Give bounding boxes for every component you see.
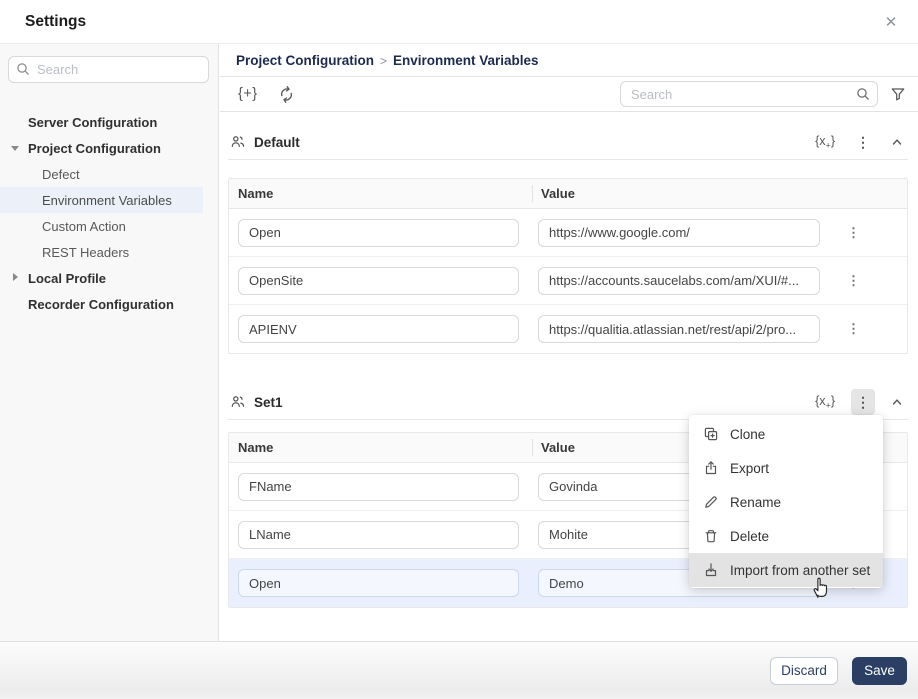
name-input[interactable]	[238, 569, 519, 597]
sync-icon	[279, 86, 294, 102]
section-actions: {x+} ⋮	[815, 129, 908, 155]
env-table-default: Name Value ⋮ ⋮ ⋮	[228, 178, 908, 354]
menu-item-rename[interactable]: Rename	[689, 485, 883, 519]
rename-icon	[703, 494, 719, 510]
name-input[interactable]	[238, 219, 519, 247]
sidebar-item-rest-headers[interactable]: REST Headers	[0, 239, 218, 265]
section-menu-button[interactable]: ⋮	[851, 129, 875, 155]
filter-button[interactable]	[890, 86, 906, 102]
menu-item-label: Export	[730, 461, 769, 476]
value-input[interactable]	[538, 267, 820, 295]
sidebar-item-label: Project Configuration	[28, 141, 161, 156]
table-row: ⋮	[229, 305, 907, 353]
sidebar-item-local-profile[interactable]: Local Profile	[0, 265, 218, 291]
clone-icon	[703, 426, 719, 442]
sidebar-item-label: Defect	[42, 167, 80, 182]
collapse-button[interactable]	[891, 396, 903, 408]
breadcrumb-current: Environment Variables	[393, 53, 539, 68]
sidebar-item-server-configuration[interactable]: Server Configuration	[0, 109, 218, 135]
search-icon	[856, 87, 870, 101]
sidebar-search	[8, 56, 209, 83]
variables-search	[620, 81, 878, 107]
chevron-up-icon	[891, 396, 903, 408]
column-header-name: Name	[229, 433, 532, 462]
breadcrumb-parent[interactable]: Project Configuration	[236, 53, 374, 68]
add-variable-button[interactable]: {x+}	[815, 394, 835, 411]
row-menu-button[interactable]: ⋮	[847, 273, 860, 289]
menu-item-import-from-another-set[interactable]: Import from another set	[689, 553, 883, 587]
sidebar-item-label: Server Configuration	[28, 115, 157, 130]
dialog-footer: Discard Save	[0, 641, 918, 699]
caret-down-icon	[11, 146, 19, 151]
column-header-name: Name	[229, 179, 532, 208]
import-icon	[703, 562, 719, 578]
sidebar-item-defect[interactable]: Defect	[0, 161, 218, 187]
export-icon	[703, 460, 719, 476]
menu-item-label: Delete	[730, 529, 769, 544]
sidebar-item-label: Custom Action	[42, 219, 126, 234]
context-menu: Clone Export Rename	[689, 415, 883, 588]
column-header-actions	[831, 179, 907, 208]
group-icon	[230, 394, 246, 410]
group-icon	[230, 134, 246, 150]
sidebar-search-input[interactable]	[8, 56, 209, 83]
menu-item-label: Import from another set	[730, 563, 870, 578]
chevron-up-icon	[891, 136, 903, 148]
table-row: ⋮	[229, 209, 907, 257]
section-header-default: Default {x+} ⋮	[228, 125, 908, 160]
section-menu-button[interactable]: ⋮	[851, 389, 875, 415]
close-icon[interactable]: ✕	[880, 11, 902, 33]
variables-search-input[interactable]	[620, 81, 878, 107]
name-input[interactable]	[238, 521, 519, 549]
add-variable-button[interactable]: {x+}	[815, 134, 835, 151]
add-set-button[interactable]: {+}	[238, 86, 258, 102]
table-header: Name Value	[229, 179, 907, 209]
sidebar-item-label: Local Profile	[28, 271, 106, 286]
section-name: Set1	[254, 395, 283, 410]
value-input[interactable]	[538, 219, 820, 247]
section-title: Set1	[228, 394, 283, 410]
value-input[interactable]	[538, 315, 820, 343]
delete-icon	[703, 528, 719, 544]
env-toolbar: {+}	[220, 77, 918, 112]
page-title: Settings	[25, 13, 86, 31]
settings-dialog: Settings ✕ Server Configuration Project …	[0, 0, 918, 699]
sidebar-item-label: Recorder Configuration	[28, 297, 174, 312]
row-menu-button[interactable]: ⋮	[847, 225, 860, 241]
filter-icon	[890, 86, 906, 102]
menu-item-delete[interactable]: Delete	[689, 519, 883, 553]
refresh-button[interactable]	[278, 86, 295, 103]
save-button[interactable]: Save	[852, 657, 907, 685]
cursor-pointer	[808, 573, 834, 601]
sidebar-item-custom-action[interactable]: Custom Action	[0, 213, 218, 239]
breadcrumb-separator: >	[380, 53, 387, 68]
section-name: Default	[254, 135, 300, 150]
row-menu-button[interactable]: ⋮	[847, 321, 860, 337]
search-icon	[16, 62, 30, 76]
menu-item-clone[interactable]: Clone	[689, 417, 883, 451]
section-title: Default	[228, 134, 300, 150]
name-input[interactable]	[238, 267, 519, 295]
name-input[interactable]	[238, 473, 519, 501]
sidebar-item-label: REST Headers	[42, 245, 129, 260]
dialog-header: Settings ✕	[0, 0, 918, 44]
breadcrumb: Project Configuration > Environment Vari…	[220, 44, 918, 77]
sidebar-item-recorder-configuration[interactable]: Recorder Configuration	[0, 291, 218, 317]
section-actions: {x+} ⋮	[815, 389, 908, 415]
menu-item-label: Rename	[730, 495, 781, 510]
caret-right-icon	[13, 273, 18, 281]
sidebar-nav: Server Configuration Project Configurati…	[0, 109, 218, 317]
sidebar-item-project-configuration[interactable]: Project Configuration	[0, 135, 218, 161]
settings-sidebar: Server Configuration Project Configurati…	[0, 44, 219, 641]
collapse-button[interactable]	[891, 136, 903, 148]
menu-item-label: Clone	[730, 427, 765, 442]
menu-item-export[interactable]: Export	[689, 451, 883, 485]
sidebar-item-environment-variables[interactable]: Environment Variables	[0, 187, 203, 213]
discard-button[interactable]: Discard	[770, 657, 838, 685]
name-input[interactable]	[238, 315, 519, 343]
table-row: ⋮	[229, 257, 907, 305]
sidebar-item-label: Environment Variables	[42, 193, 172, 208]
column-header-value: Value	[532, 179, 831, 208]
